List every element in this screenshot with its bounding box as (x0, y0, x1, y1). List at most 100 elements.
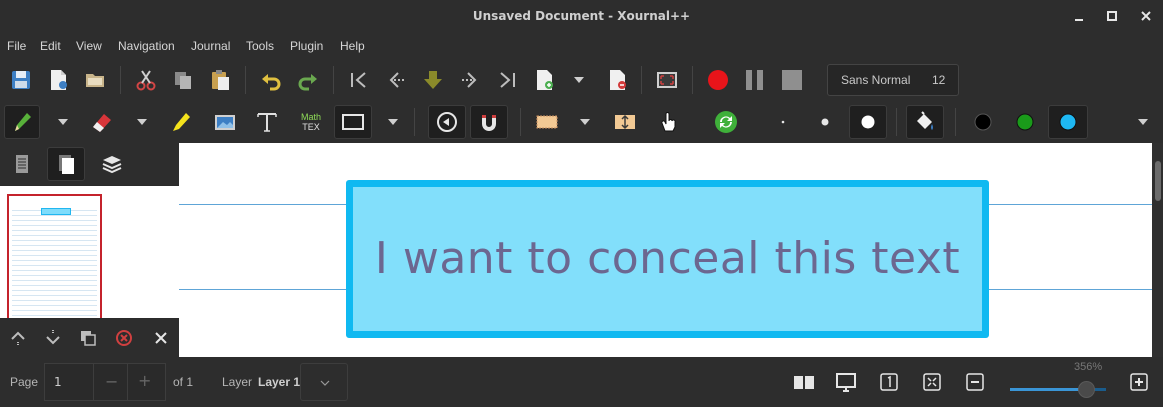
insert-page-dropdown[interactable] (572, 65, 586, 95)
document-outline-icon (16, 155, 28, 173)
separator (120, 66, 121, 94)
pen-dropdown[interactable] (56, 107, 70, 137)
zoom-100-button[interactable] (873, 366, 905, 398)
open-button[interactable] (79, 64, 111, 96)
cut-button[interactable] (130, 64, 162, 96)
page-decrement-button[interactable]: − (105, 372, 118, 391)
highlighter-tool-button[interactable] (165, 106, 197, 138)
sidebar-tabs (0, 143, 179, 185)
zoom-in-button[interactable] (1123, 366, 1155, 398)
move-page-down-button[interactable] (37, 322, 69, 354)
layout-book-button[interactable] (788, 366, 820, 398)
move-page-up-button[interactable] (2, 322, 34, 354)
layer-dropdown[interactable] (300, 363, 348, 401)
presentation-mode-button[interactable] (830, 366, 862, 398)
page-increment-button[interactable]: + (138, 371, 151, 390)
record-button[interactable] (702, 64, 734, 96)
goto-first-page-button[interactable] (343, 64, 375, 96)
redo-button[interactable] (292, 64, 324, 96)
menu-edit[interactable]: Edit (40, 39, 61, 53)
undo-icon (262, 74, 281, 91)
document-canvas[interactable]: I want to conceal this text (179, 143, 1152, 357)
save-button[interactable] (5, 64, 37, 96)
default-tool-button[interactable] (710, 106, 742, 138)
delete-page-sidebar-button[interactable] (108, 322, 140, 354)
menu-view[interactable]: View (76, 39, 102, 53)
previous-page-button[interactable] (380, 64, 412, 96)
chevron-down-icon (320, 380, 330, 386)
goto-last-page-button[interactable] (491, 64, 523, 96)
undo-button[interactable] (255, 64, 287, 96)
vertical-scrollbar[interactable] (1152, 143, 1163, 357)
menu-help[interactable]: Help (340, 39, 365, 53)
color-black-button[interactable] (967, 106, 999, 138)
delete-page-button[interactable] (601, 64, 633, 96)
zoom-fit-button[interactable] (916, 366, 948, 398)
minimize-button[interactable] (1071, 8, 1087, 24)
menu-tools[interactable]: Tools (246, 39, 274, 53)
page-thumbnail[interactable] (7, 194, 102, 318)
text-tool-button[interactable] (251, 106, 283, 138)
menu-journal[interactable]: Journal (191, 39, 230, 53)
eraser-tool-button[interactable] (86, 106, 118, 138)
shape-dropdown[interactable] (386, 107, 400, 137)
pause-button[interactable] (739, 64, 771, 96)
size-thick-button[interactable] (849, 105, 887, 139)
size-medium-button[interactable] (809, 106, 841, 138)
page-spinner[interactable]: 1 − + (44, 363, 166, 401)
paste-button[interactable] (204, 64, 236, 96)
menu-file[interactable]: File (7, 39, 26, 53)
copy-page-button[interactable] (72, 322, 104, 354)
size-fine-button[interactable] (767, 106, 799, 138)
menu-navigation[interactable]: Navigation (118, 39, 175, 53)
font-selector[interactable]: Sans Normal 12 (827, 64, 959, 96)
last-page-icon (500, 72, 515, 88)
pen-tool-button[interactable] (4, 105, 40, 139)
paint-bucket-icon (917, 111, 933, 130)
stop-button[interactable] (776, 64, 808, 96)
page-label: Page (10, 375, 39, 389)
eraser-dropdown[interactable] (135, 107, 149, 137)
separator (641, 66, 642, 94)
page-number-input[interactable]: 1 (54, 375, 62, 389)
select-rectangle-button[interactable] (531, 106, 563, 138)
close-sidebar-button[interactable] (145, 322, 177, 354)
magnet-icon (482, 115, 496, 131)
tab-page-previews[interactable] (47, 147, 85, 181)
pause-icon (746, 70, 763, 90)
chevron-down-icon (388, 119, 398, 125)
title-bar: Unsaved Document - Xournal++ (0, 0, 1163, 33)
select-dropdown[interactable] (578, 107, 592, 137)
separator (333, 66, 334, 94)
color-cyan-button[interactable] (1048, 105, 1088, 139)
image-tool-button[interactable] (209, 106, 241, 138)
close-button[interactable] (1138, 8, 1154, 24)
zoom-out-button[interactable] (959, 366, 991, 398)
paste-icon (212, 70, 229, 90)
tab-layers[interactable] (96, 148, 128, 180)
vertical-space-button[interactable] (609, 106, 641, 138)
maximize-button[interactable] (1104, 8, 1120, 24)
tab-document-outline[interactable] (6, 148, 38, 180)
highlight-rectangle[interactable]: I want to conceal this text (346, 180, 989, 338)
scrollbar-thumb[interactable] (1155, 161, 1161, 201)
copy-button[interactable] (167, 64, 199, 96)
stop-icon (782, 70, 802, 90)
new-document-button[interactable] (42, 64, 74, 96)
menu-plugin[interactable]: Plugin (290, 39, 323, 53)
scissors-icon (136, 70, 156, 91)
shape-rectangle-button[interactable] (334, 105, 372, 139)
rotation-snapping-button[interactable] (428, 105, 466, 139)
next-page-button[interactable] (454, 64, 486, 96)
grid-snapping-button[interactable] (470, 105, 508, 139)
hand-tool-button[interactable] (653, 106, 685, 138)
fill-button[interactable] (906, 105, 944, 139)
goto-page-button[interactable] (417, 64, 449, 96)
fullscreen-button[interactable] (651, 64, 683, 96)
zoom-slider-handle[interactable] (1077, 381, 1095, 398)
insert-page-button[interactable] (528, 64, 560, 96)
math-tex-tool-button[interactable]: Math TEX (295, 106, 327, 138)
toolbar-overflow-dropdown[interactable] (1136, 107, 1150, 137)
color-green-button[interactable] (1009, 106, 1041, 138)
document-text[interactable]: I want to conceal this text (353, 233, 982, 284)
